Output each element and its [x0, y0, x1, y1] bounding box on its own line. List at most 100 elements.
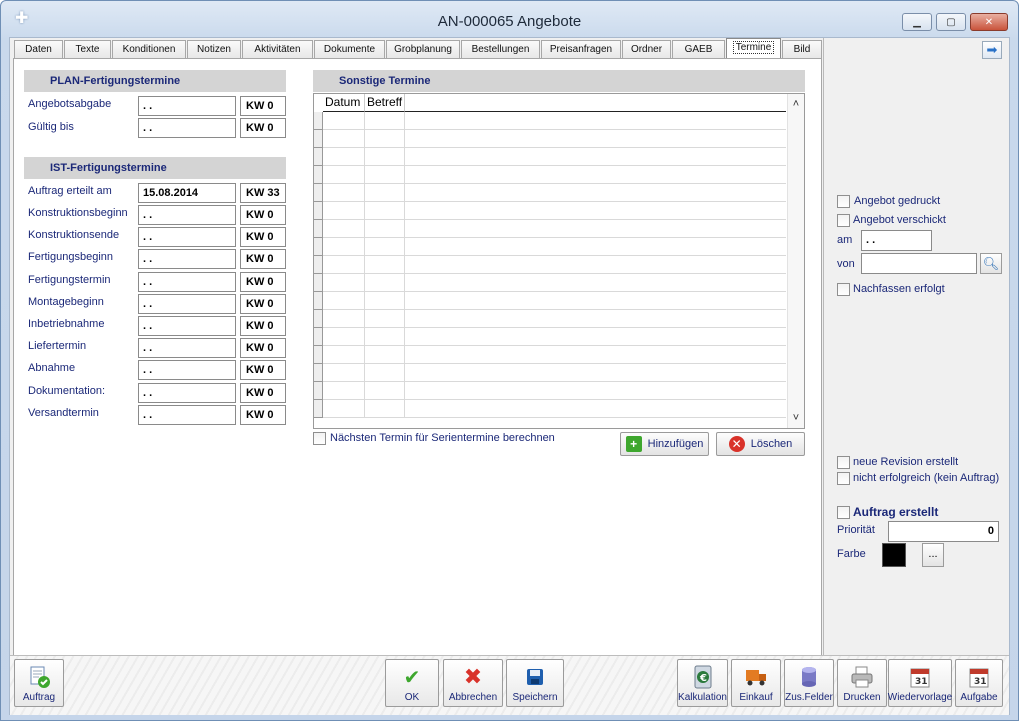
betreff-cell[interactable] — [365, 112, 405, 130]
table-row[interactable] — [314, 202, 786, 220]
drucken-button[interactable]: Drucken — [837, 659, 887, 707]
row-selector[interactable] — [314, 364, 323, 382]
scroll-down-icon[interactable]: ˅ — [788, 410, 804, 426]
betreff-cell[interactable] — [365, 130, 405, 148]
inbetriebnahme-date-field[interactable]: . . — [138, 316, 236, 336]
gueltig-bis-date-field[interactable]: . . — [138, 118, 236, 138]
row-selector[interactable] — [314, 310, 323, 328]
close-button[interactable]: ✕ — [970, 13, 1008, 31]
abbrechen-button[interactable]: ✖ Abbrechen — [443, 659, 503, 707]
row-selector[interactable] — [314, 148, 323, 166]
tab-ordner[interactable]: Ordner — [622, 40, 671, 59]
table-row[interactable] — [314, 112, 786, 130]
betreff-cell[interactable] — [365, 238, 405, 256]
tab-gaeb[interactable]: GAEB — [672, 40, 725, 59]
auftrag-erstellt-checkbox[interactable] — [837, 506, 850, 519]
betreff-cell[interactable] — [365, 148, 405, 166]
tab-grobplanung[interactable]: Grobplanung — [386, 40, 460, 59]
liefertermin-date-field[interactable]: . . — [138, 338, 236, 358]
betreff-cell[interactable] — [365, 256, 405, 274]
row-selector[interactable] — [314, 256, 323, 274]
table-row[interactable] — [314, 184, 786, 202]
hinzufuegen-button[interactable]: + Hinzufügen — [620, 432, 709, 456]
prioritaet-field[interactable]: 0 — [888, 521, 999, 542]
datum-cell[interactable] — [323, 328, 365, 346]
datum-cell[interactable] — [323, 346, 365, 364]
table-row[interactable] — [314, 220, 786, 238]
datum-cell[interactable] — [323, 292, 365, 310]
kalkulation-button[interactable]: € Kalkulation — [677, 659, 728, 707]
auftrag-button[interactable]: Auftrag — [14, 659, 64, 707]
row-selector[interactable] — [314, 382, 323, 400]
column-header-betreff[interactable]: Betreff — [365, 94, 405, 112]
betreff-cell[interactable] — [365, 166, 405, 184]
fertigungsbeginn-date-field[interactable]: . . — [138, 249, 236, 269]
tab-termine[interactable]: Termine — [726, 38, 781, 60]
table-row[interactable] — [314, 292, 786, 310]
row-selector[interactable] — [314, 238, 323, 256]
betreff-cell[interactable] — [365, 220, 405, 238]
column-header-datum[interactable]: Datum — [323, 94, 365, 112]
datum-cell[interactable] — [323, 184, 365, 202]
maximize-button[interactable]: ▢ — [936, 13, 966, 31]
betreff-cell[interactable] — [365, 184, 405, 202]
dokumentation-date-field[interactable]: . . — [138, 383, 236, 403]
table-row[interactable] — [314, 310, 786, 328]
grid-scrollbar[interactable]: ˄ ˅ — [787, 94, 804, 428]
ok-button[interactable]: ✔ OK — [385, 659, 439, 707]
betreff-cell[interactable] — [365, 400, 405, 418]
tab-texte[interactable]: Texte — [64, 40, 111, 59]
betreff-cell[interactable] — [365, 364, 405, 382]
datum-cell[interactable] — [323, 400, 365, 418]
table-row[interactable] — [314, 274, 786, 292]
tab-konditionen[interactable]: Konditionen — [112, 40, 186, 59]
betreff-cell[interactable] — [365, 346, 405, 364]
betreff-cell[interactable] — [365, 274, 405, 292]
angebot-verschickt-checkbox[interactable] — [837, 214, 850, 227]
tab-aktivitaeten[interactable]: Aktivitäten — [242, 40, 313, 59]
table-row[interactable] — [314, 238, 786, 256]
color-picker-button[interactable]: ... — [922, 543, 944, 567]
angebotsabgabe-date-field[interactable]: . . — [138, 96, 236, 116]
betreff-cell[interactable] — [365, 328, 405, 346]
datum-cell[interactable] — [323, 130, 365, 148]
datum-cell[interactable] — [323, 274, 365, 292]
einkauf-button[interactable]: Einkauf — [731, 659, 781, 707]
konstruktionsbeginn-date-field[interactable]: . . — [138, 205, 236, 225]
scroll-up-icon[interactable]: ˄ — [788, 96, 804, 112]
row-selector[interactable] — [314, 130, 323, 148]
tab-dokumente[interactable]: Dokumente — [314, 40, 385, 59]
datum-cell[interactable] — [323, 220, 365, 238]
table-row[interactable] — [314, 166, 786, 184]
betreff-cell[interactable] — [365, 382, 405, 400]
tab-daten[interactable]: Daten — [14, 40, 63, 59]
wiedervorlage-button[interactable]: 31 Wiedervorlage — [888, 659, 952, 707]
datum-cell[interactable] — [323, 310, 365, 328]
table-row[interactable] — [314, 346, 786, 364]
termine-grid[interactable]: Datum Betreff ˄ ˅ — [313, 93, 805, 429]
nachfassen-checkbox[interactable] — [837, 283, 850, 296]
row-selector[interactable] — [314, 202, 323, 220]
datum-cell[interactable] — [323, 202, 365, 220]
row-selector[interactable] — [314, 346, 323, 364]
fertigungstermin-date-field[interactable]: . . — [138, 272, 236, 292]
table-row[interactable] — [314, 256, 786, 274]
datum-cell[interactable] — [323, 238, 365, 256]
color-swatch[interactable] — [882, 543, 906, 567]
tab-bestellungen[interactable]: Bestellungen — [461, 40, 540, 59]
loeschen-button[interactable]: ✕ Löschen — [716, 432, 805, 456]
datum-cell[interactable] — [323, 148, 365, 166]
tab-preisanfragen[interactable]: Preisanfragen — [541, 40, 621, 59]
montagebeginn-date-field[interactable]: . . — [138, 294, 236, 314]
table-row[interactable] — [314, 130, 786, 148]
nicht-erfolgreich-checkbox[interactable] — [837, 472, 850, 485]
am-date-field[interactable]: . . — [861, 230, 932, 251]
von-field[interactable] — [861, 253, 977, 274]
aufgabe-button[interactable]: 31 Aufgabe — [955, 659, 1003, 707]
table-row[interactable] — [314, 148, 786, 166]
row-selector[interactable] — [314, 400, 323, 418]
versandtermin-date-field[interactable]: . . — [138, 405, 236, 425]
row-selector[interactable] — [314, 328, 323, 346]
datum-cell[interactable] — [323, 364, 365, 382]
betreff-cell[interactable] — [365, 202, 405, 220]
